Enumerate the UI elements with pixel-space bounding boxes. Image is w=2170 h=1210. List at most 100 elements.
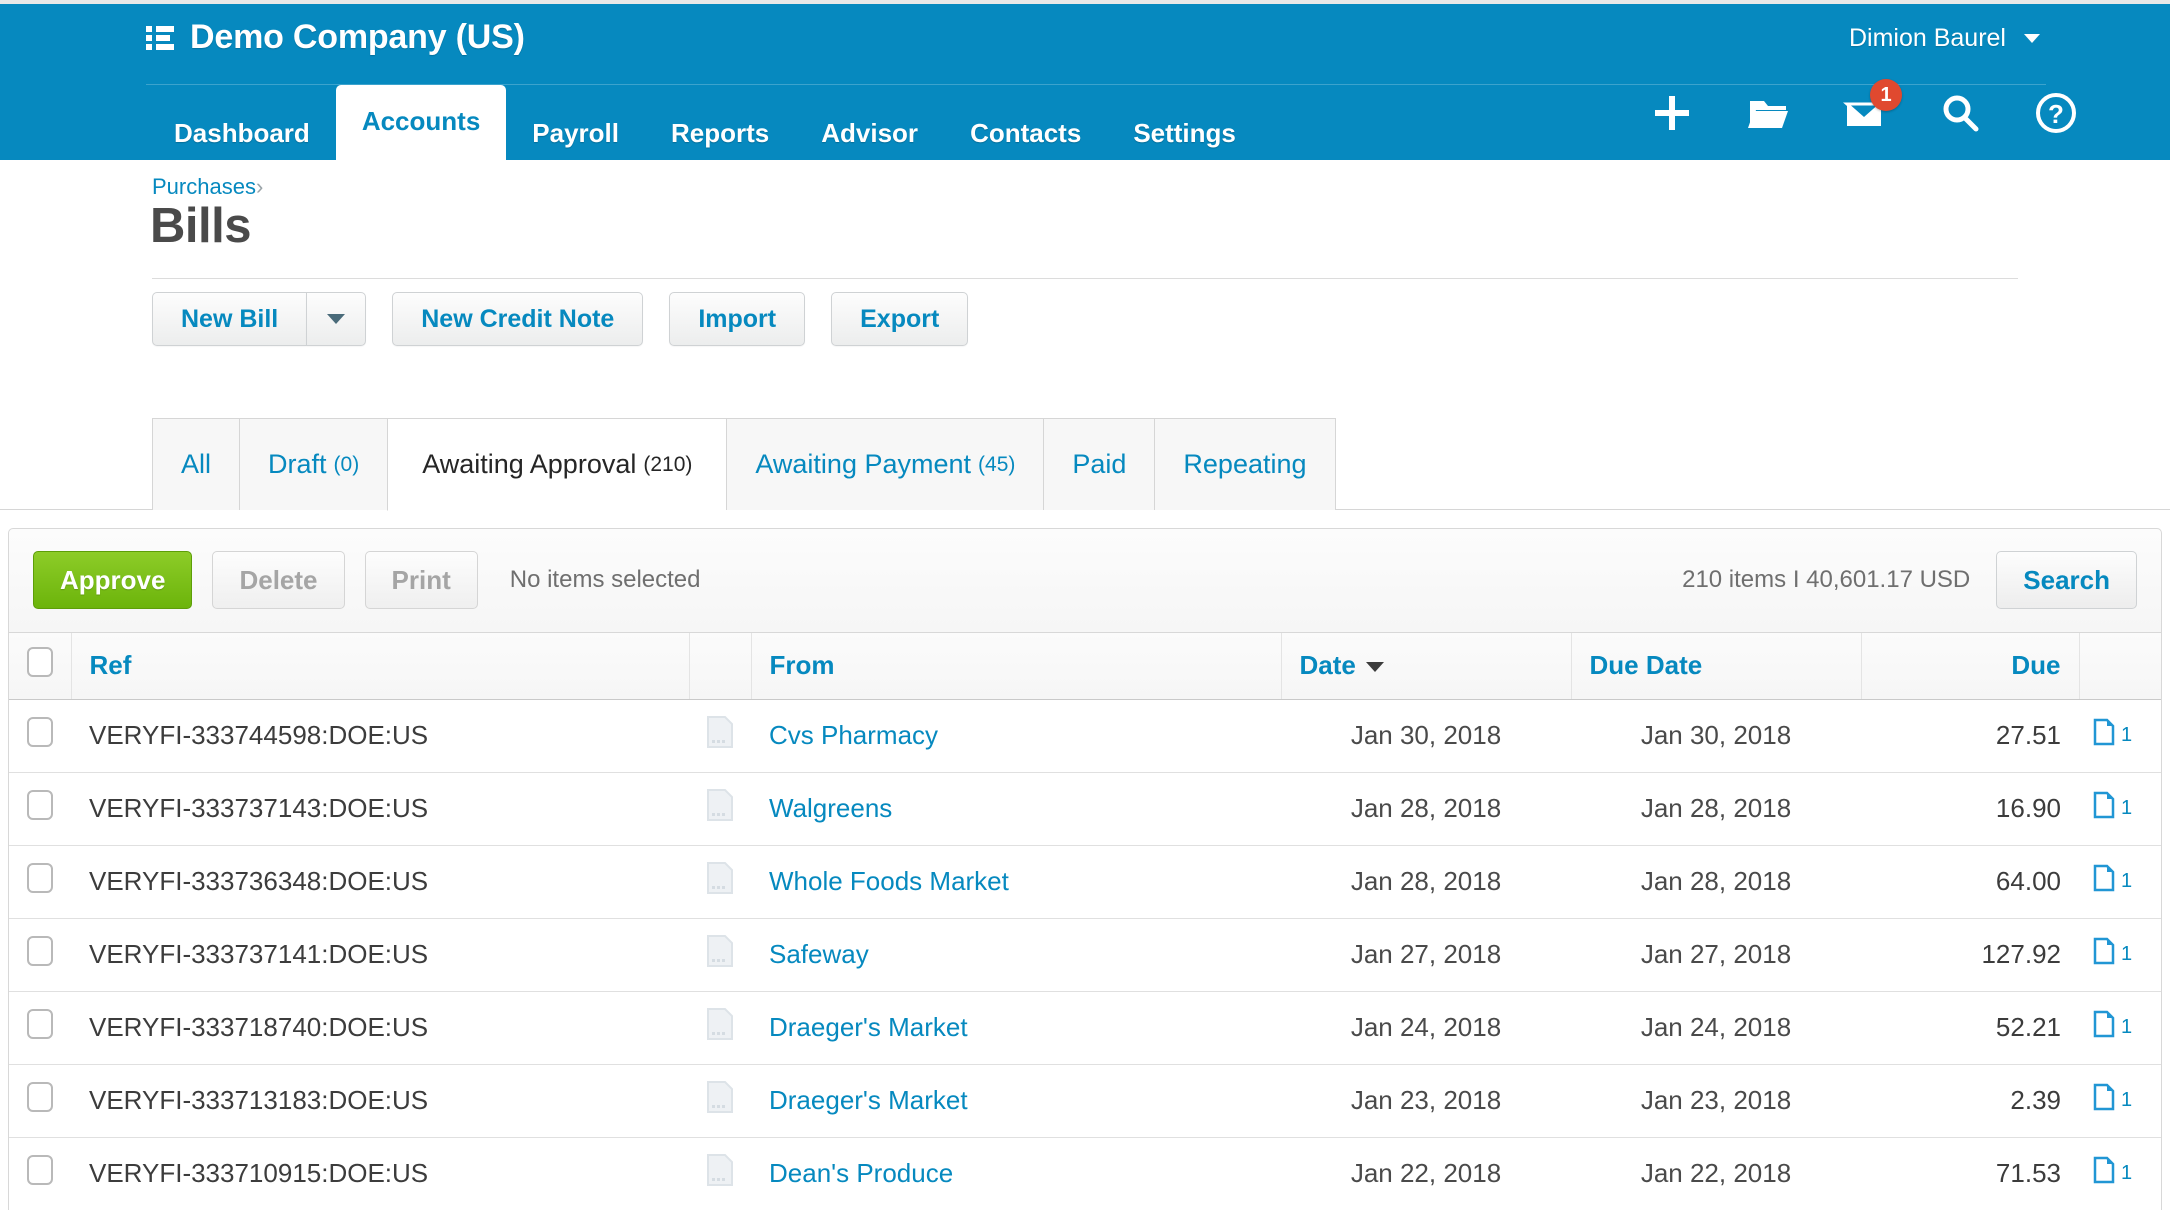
tab-awaiting-payment[interactable]: Awaiting Payment (45): [726, 418, 1044, 510]
table-row[interactable]: VERYFI-333737141:DOE:US Safeway Jan 27, 20…: [9, 918, 2161, 992]
row-checkbox[interactable]: [27, 1082, 53, 1112]
nav-item-accounts[interactable]: Accounts: [335, 85, 507, 164]
supplier-link[interactable]: Draeger's Market: [769, 1085, 968, 1115]
user-name: Dimion Baurel: [1848, 24, 2006, 52]
column-header-date[interactable]: Date: [1281, 633, 1572, 700]
supplier-link[interactable]: Dean's Produce: [769, 1158, 953, 1188]
nav-item-payroll[interactable]: Payroll: [506, 103, 645, 164]
column-header-due-date[interactable]: Due Date: [1571, 633, 1862, 700]
nav-item-dashboard[interactable]: Dashboard: [148, 103, 336, 164]
column-header-due[interactable]: Due: [1861, 633, 2080, 700]
cell-attachments[interactable]: 1: [2079, 772, 2161, 846]
document-icon: [689, 772, 751, 846]
search-icon[interactable]: [1938, 91, 1982, 135]
attachment-icon[interactable]: [2093, 1010, 2115, 1045]
breadcrumb[interactable]: Purchases›: [152, 174, 263, 200]
tab-all[interactable]: All: [152, 418, 240, 510]
tab-draft-label: Draft: [268, 449, 327, 479]
row-checkbox[interactable]: [27, 1155, 53, 1185]
supplier-link[interactable]: Cvs Pharmacy: [769, 720, 938, 750]
select-all-checkbox[interactable]: [26, 647, 53, 678]
help-icon[interactable]: ?: [2034, 91, 2078, 135]
cell-attachments[interactable]: 1: [2079, 845, 2161, 919]
attachment-icon[interactable]: [2093, 1156, 2115, 1191]
cell-from[interactable]: Cvs Pharmacy: [751, 699, 1281, 773]
user-menu[interactable]: Dimion Baurel: [1849, 24, 2040, 53]
breadcrumb-purchases[interactable]: Purchases: [152, 174, 256, 199]
list-icon[interactable]: [146, 25, 174, 51]
document-icon: [689, 991, 751, 1065]
cell-attachments[interactable]: 1: [2079, 1137, 2161, 1210]
cell-from[interactable]: Dean's Produce: [751, 1137, 1281, 1210]
table-row[interactable]: VERYFI-333737143:DOE:US Walgreens Jan 28, …: [9, 772, 2161, 846]
items-summary: 210 items I 40,601.17 USD: [1682, 566, 1971, 593]
supplier-link[interactable]: Draeger's Market: [769, 1012, 968, 1042]
search-button[interactable]: Search: [1996, 551, 2137, 609]
plus-icon[interactable]: [1650, 91, 1694, 135]
bills-table: Ref From Date Due Date Due VERYFI-333744…: [9, 633, 2161, 1210]
attachment-icon[interactable]: [2093, 791, 2115, 826]
approve-button[interactable]: Approve: [33, 551, 193, 609]
chevron-down-icon[interactable]: [2024, 34, 2040, 43]
new-credit-note-button[interactable]: New Credit Note: [392, 292, 644, 346]
table-row[interactable]: VERYFI-333718740:DOE:US Draeger's Market J…: [9, 991, 2161, 1065]
table-row[interactable]: VERYFI-333710915:DOE:US Dean's Produce Jan…: [9, 1137, 2161, 1210]
supplier-link[interactable]: Safeway: [769, 939, 869, 969]
envelope-icon[interactable]: 1: [1842, 79, 1902, 135]
row-checkbox[interactable]: [27, 790, 53, 820]
folder-icon[interactable]: [1746, 91, 1790, 135]
tab-paid[interactable]: Paid: [1043, 418, 1155, 510]
brand[interactable]: Demo Company (US): [146, 18, 525, 57]
chevron-down-icon: [327, 314, 346, 324]
supplier-link[interactable]: Whole Foods Market: [769, 866, 1009, 896]
cell-from[interactable]: Walgreens: [751, 772, 1281, 846]
table-row[interactable]: VERYFI-333744598:DOE:US Cvs Pharmacy Jan 3…: [9, 699, 2161, 773]
new-bill-dropdown-button[interactable]: [306, 292, 367, 346]
table-header-row: Ref From Date Due Date Due: [9, 633, 2161, 700]
cell-from[interactable]: Draeger's Market: [751, 1064, 1281, 1138]
nav-icon-group: 1 ?: [1650, 79, 2078, 135]
attachment-count: 1: [2121, 943, 2133, 965]
cell-from[interactable]: Whole Foods Market: [751, 845, 1281, 919]
column-header-attachments: [2079, 633, 2161, 700]
attachment-count: 1: [2121, 724, 2133, 746]
row-checkbox[interactable]: [27, 1009, 53, 1039]
cell-attachments[interactable]: 1: [2079, 699, 2161, 773]
export-button[interactable]: Export: [831, 292, 969, 346]
status-tabs: All Draft (0) Awaiting Approval (210) Aw…: [0, 418, 2170, 511]
tab-draft[interactable]: Draft (0): [239, 418, 388, 510]
supplier-link[interactable]: Walgreens: [769, 793, 892, 823]
column-header-from[interactable]: From: [751, 633, 1282, 700]
row-checkbox[interactable]: [27, 936, 53, 966]
row-select-cell: [9, 699, 71, 773]
nav-item-advisor[interactable]: Advisor: [795, 103, 944, 164]
company-name: Demo Company (US): [190, 18, 525, 56]
cell-attachments[interactable]: 1: [2079, 991, 2161, 1065]
column-header-ref[interactable]: Ref: [71, 633, 690, 700]
new-bill-button[interactable]: New Bill: [152, 292, 307, 346]
nav-item-settings[interactable]: Settings: [1107, 103, 1262, 164]
tab-repeating[interactable]: Repeating: [1154, 418, 1336, 510]
table-row[interactable]: VERYFI-333736348:DOE:US Whole Foods Marke…: [9, 845, 2161, 919]
nav-item-reports[interactable]: Reports: [645, 103, 795, 164]
table-body: VERYFI-333744598:DOE:US Cvs Pharmacy Jan 3…: [9, 699, 2161, 1210]
table-row[interactable]: VERYFI-333713183:DOE:US Draeger's Market J…: [9, 1064, 2161, 1138]
row-select-cell: [9, 991, 71, 1065]
cell-due-date: Jan 28, 2018: [1571, 772, 1861, 846]
tab-awaiting-approval[interactable]: Awaiting Approval (210): [387, 418, 727, 511]
nav-row: Dashboard Accounts Payroll Reports Advis…: [0, 79, 2170, 164]
cell-due: 27.51: [1861, 699, 2079, 773]
cell-from[interactable]: Safeway: [751, 918, 1281, 992]
attachment-icon[interactable]: [2093, 864, 2115, 899]
cell-attachments[interactable]: 1: [2079, 1064, 2161, 1138]
row-checkbox[interactable]: [27, 717, 53, 747]
nav-item-contacts[interactable]: Contacts: [944, 103, 1107, 164]
attachment-icon[interactable]: [2093, 1083, 2115, 1118]
import-button[interactable]: Import: [669, 292, 806, 346]
cell-from[interactable]: Draeger's Market: [751, 991, 1281, 1065]
cell-attachments[interactable]: 1: [2079, 918, 2161, 992]
row-checkbox[interactable]: [27, 863, 53, 893]
attachment-icon[interactable]: [2093, 937, 2115, 972]
attachment-icon[interactable]: [2093, 718, 2115, 753]
new-bill-split-button: New Bill: [152, 292, 367, 346]
